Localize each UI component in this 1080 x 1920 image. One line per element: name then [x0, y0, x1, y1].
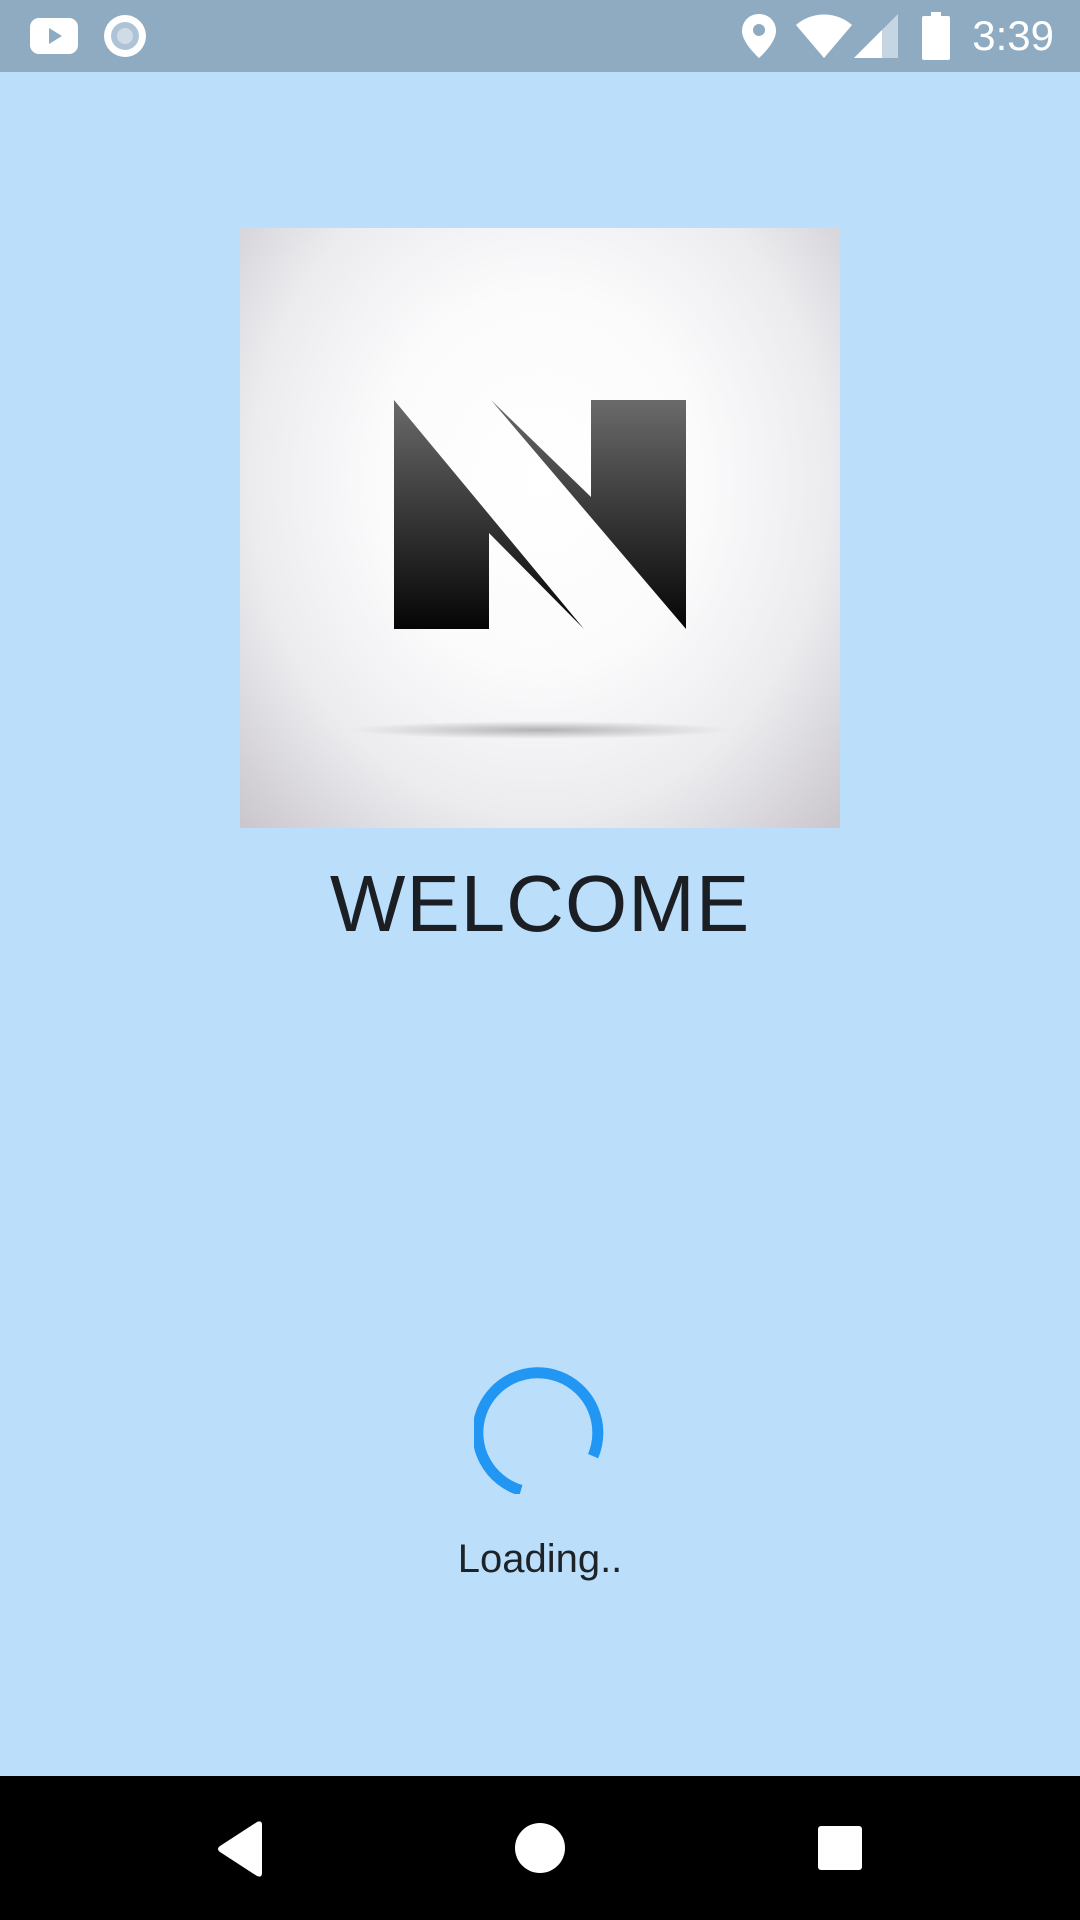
welcome-title: WELCOME — [329, 859, 751, 948]
loading-text: Loading.. — [457, 1537, 623, 1581]
youtube-icon — [30, 18, 78, 54]
recents-icon — [818, 1826, 862, 1870]
loading-spinner — [472, 1362, 606, 1496]
status-bar: 3:39 — [0, 0, 1080, 72]
back-button[interactable] — [190, 1798, 290, 1898]
status-time: 3:39 — [972, 12, 1054, 59]
signal-icon — [854, 14, 898, 58]
wifi-icon — [796, 14, 852, 58]
splash-screen: WELCOME Loading.. — [0, 72, 1080, 1776]
home-button[interactable] — [490, 1798, 590, 1898]
recents-button[interactable] — [790, 1798, 890, 1898]
navigation-bar — [0, 1776, 1080, 1920]
app-logo — [240, 228, 840, 828]
record-icon — [103, 14, 147, 58]
back-icon — [218, 1821, 262, 1877]
location-icon — [742, 14, 776, 58]
home-icon — [515, 1823, 565, 1873]
battery-icon — [922, 12, 950, 60]
